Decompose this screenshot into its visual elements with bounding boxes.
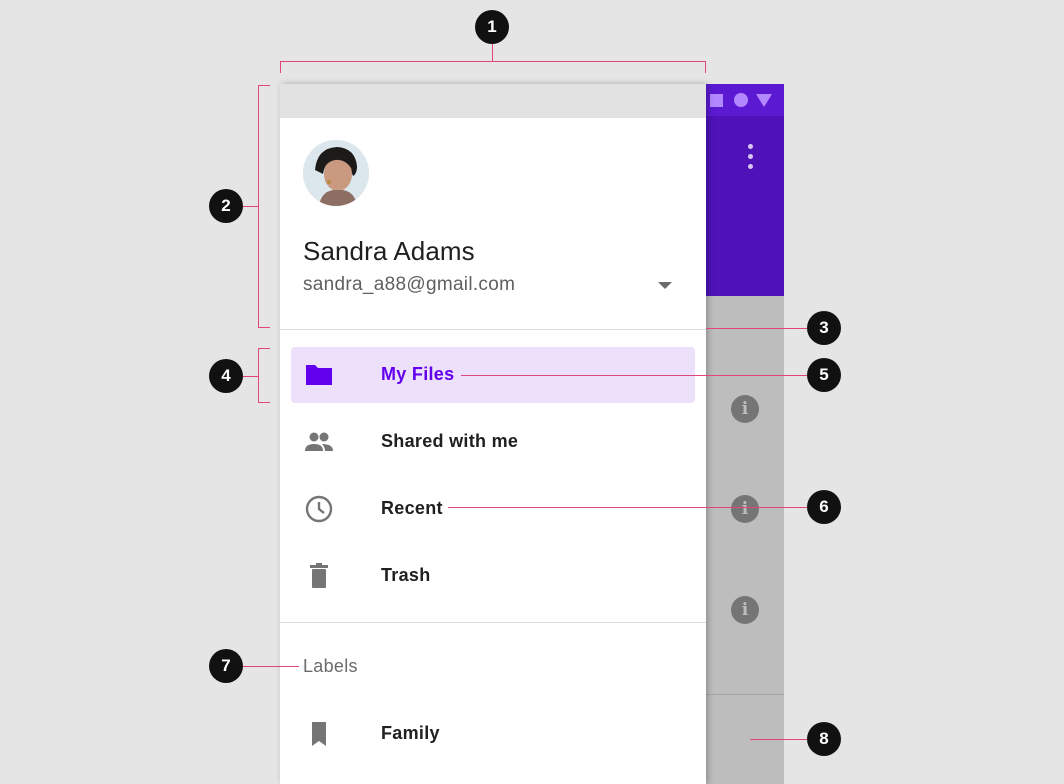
callout-8: 8: [807, 722, 841, 756]
callout-5: 5: [807, 358, 841, 392]
more-vert-icon[interactable]: [748, 144, 754, 170]
avatar[interactable]: [303, 140, 369, 206]
header-divider: [280, 329, 706, 330]
folder-icon: [306, 365, 332, 385]
annotation-line: [492, 44, 493, 61]
people-icon: [305, 432, 333, 451]
annotation-bracket: [280, 61, 281, 73]
info-icon[interactable]: i: [731, 596, 759, 624]
annotation-line: [461, 375, 808, 376]
nav-item-trash[interactable]: Trash: [291, 548, 695, 604]
callout-7: 7: [209, 649, 243, 683]
annotation-bracket: [258, 85, 270, 86]
navigation-drawer: Sandra Adams sandra_a88@gmail.com My Fil…: [280, 84, 706, 784]
annotation-bracket: [280, 61, 706, 62]
status-square-icon: [710, 94, 723, 107]
annotation-bracket: [258, 348, 259, 403]
annotation-line: [706, 328, 808, 329]
nav-item-label: Family: [381, 723, 440, 743]
annotation-line: [243, 206, 258, 207]
status-circle-icon: [734, 93, 748, 107]
clock-icon: [305, 495, 333, 523]
annotation-bracket: [258, 402, 270, 403]
annotation-line: [448, 507, 808, 508]
annotation-line: [243, 376, 258, 377]
list-divider: [706, 694, 784, 695]
drawer-status-bar: [280, 84, 706, 118]
nav-item-recent[interactable]: Recent: [291, 481, 695, 537]
section-header: Labels: [303, 656, 358, 676]
annotation-bracket: [258, 85, 259, 328]
nav-item-shared-with-me[interactable]: Shared with me: [291, 414, 695, 470]
callout-1: 1: [475, 10, 509, 44]
callout-3: 3: [807, 311, 841, 345]
nav-item-label: Trash: [381, 565, 431, 585]
account-name: Sandra Adams: [303, 236, 475, 266]
status-triangle-icon: [756, 94, 772, 107]
nav-item-label: Shared with me: [381, 431, 519, 451]
annotation-line: [243, 666, 299, 667]
info-icon[interactable]: i: [731, 395, 759, 423]
nav-item-label: My Files: [381, 364, 455, 384]
section-divider: [280, 622, 706, 623]
info-icon[interactable]: i: [731, 495, 759, 523]
callout-6: 6: [807, 490, 841, 524]
bookmark-icon: [312, 722, 326, 746]
annotation-line: [750, 739, 808, 740]
callout-4: 4: [209, 359, 243, 393]
callout-2: 2: [209, 189, 243, 223]
annotation-bracket: [258, 348, 270, 349]
nav-item-family[interactable]: Family: [291, 706, 695, 762]
nav-item-label: Recent: [381, 498, 443, 518]
trash-icon: [310, 563, 328, 588]
annotation-bracket: [258, 327, 270, 328]
account-email: sandra_a88@gmail.com: [303, 274, 516, 295]
annotation-bracket: [705, 61, 706, 73]
chevron-down-icon[interactable]: [658, 282, 672, 289]
